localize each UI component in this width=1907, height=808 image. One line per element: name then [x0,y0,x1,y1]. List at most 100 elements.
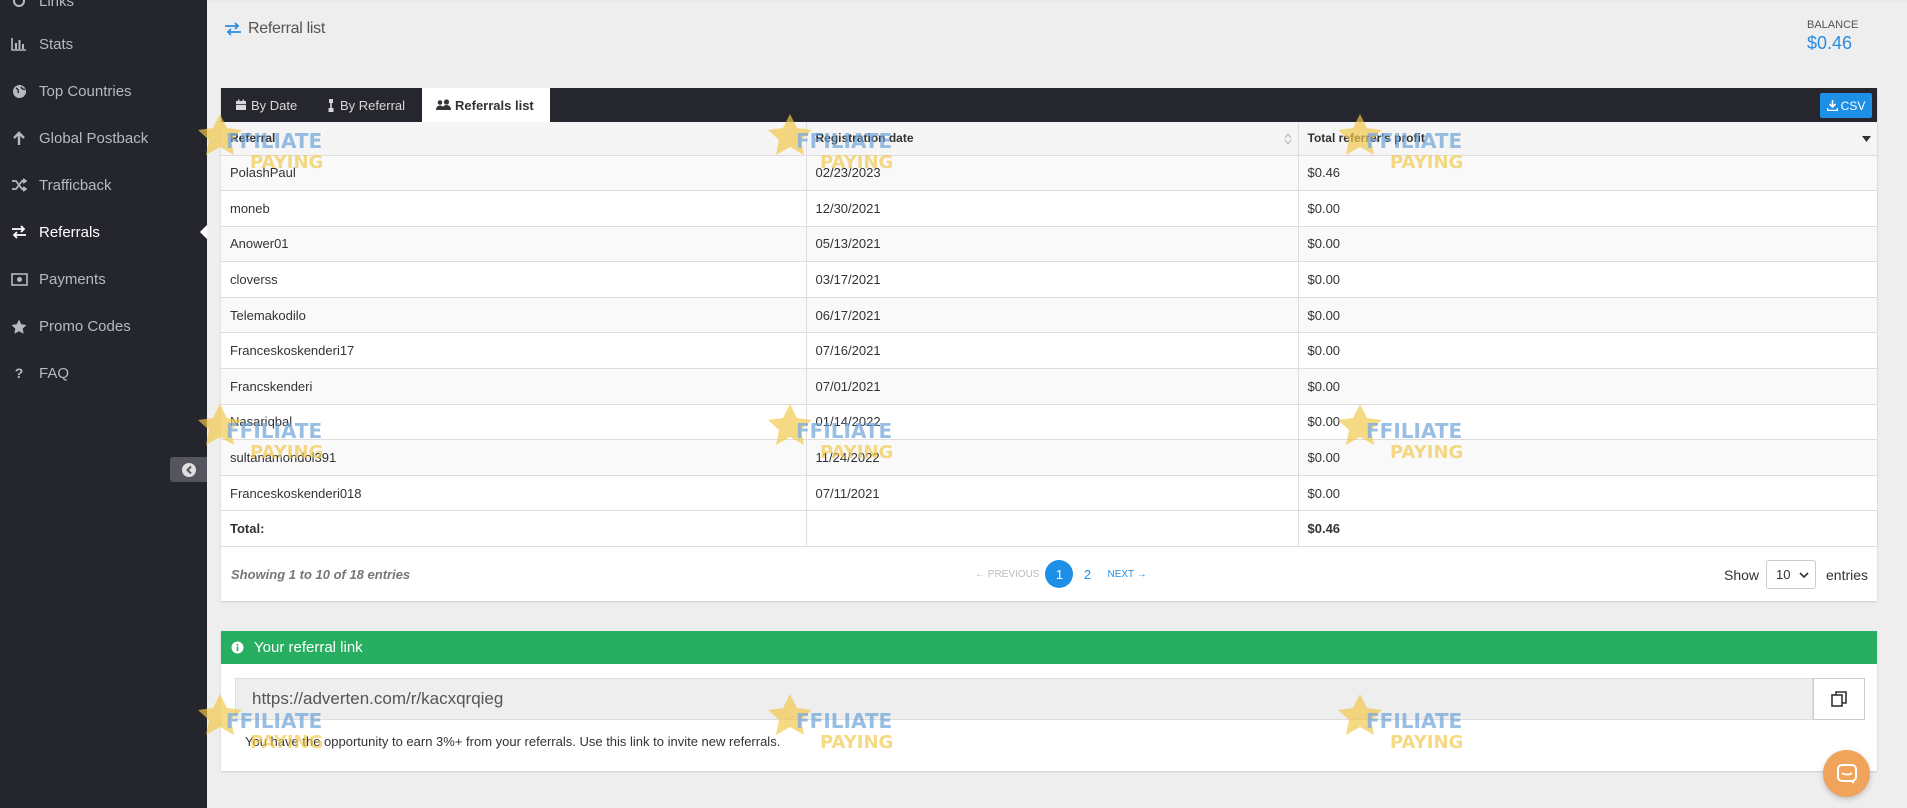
copy-icon [1831,691,1847,707]
cell-referral: sultanamondol391 [221,439,807,476]
cell-referral: Francskenderi [221,368,807,405]
sidebar-item-top-countries[interactable]: Top Countries [0,76,207,106]
page-title: Referral list [224,20,325,38]
cell-registration-date: 02/23/2023 [806,155,1299,192]
cell-registration-date: 07/11/2021 [806,475,1299,512]
column-header-referral[interactable]: Referral [221,122,807,156]
cell-profit: $0.00 [1298,368,1878,405]
referrals-panel: By Date By Referral Referrals list CSV R… [221,88,1878,601]
table-row: Francskenderi 07/01/2021 $0.00 [221,368,1878,405]
cell-profit: $0.46 [1298,155,1878,192]
balance-value: $0.46 [1807,33,1853,53]
question-icon: ? [14,365,24,381]
sidebar-item-label: Top Countries [39,82,132,100]
pagination-page-1[interactable]: 1 [1045,560,1074,588]
chat-launcher-button[interactable] [1823,750,1870,797]
cell-referral: Anower01 [221,226,807,263]
tab-label: By Date [251,97,298,113]
column-header-registration-date[interactable]: Registration date [806,122,1299,156]
link-icon [10,0,28,10]
arrow-up-icon [10,129,28,147]
page-title-text: Referral list [248,20,326,37]
referral-link-panel: Your referral link https://adverten.com/… [221,631,1877,771]
chevron-down-icon [1799,572,1809,579]
sidebar-item-global-postback[interactable]: Global Postback [0,123,207,153]
csv-export-button[interactable]: CSV [1820,93,1872,118]
sidebar-item-label: Referrals [39,223,100,241]
shuffle-icon [10,176,28,194]
column-label: Registration date [815,131,914,146]
table-header-row: Referral Registration date Total referre… [221,122,1878,156]
pagination-previous[interactable]: ← PREVIOUS [975,569,1039,580]
cell-profit: $0.00 [1298,332,1878,370]
cell-referral: Franceskoskenderi17 [221,332,807,370]
cell-profit: $0.00 [1298,404,1878,441]
referrals-table: Referral Registration date Total referre… [221,122,1878,548]
sidebar-item-trafficback[interactable]: Trafficback [0,170,207,200]
cell-registration-date: 07/01/2021 [806,368,1299,405]
referral-link-heading: Your referral link [221,631,1877,664]
table-row: PolashPaul 02/23/2023 $0.46 [221,155,1878,192]
column-label: Referral [230,131,276,146]
sidebar: Links Stats Top Countries Global Postbac… [0,0,207,808]
sidebar-item-stats[interactable]: Stats [0,29,207,59]
sidebar-item-links[interactable]: Links [0,0,207,16]
pagination-page-2[interactable]: 2 [1073,560,1101,588]
tab-label: By Referral [340,97,406,113]
sidebar-item-label: Links [39,0,75,10]
users-icon [436,99,451,110]
star-icon [10,317,28,335]
cell-registration-date: 11/24/2022 [806,439,1299,476]
sidebar-item-referrals[interactable]: Referrals [0,217,207,247]
exchange-icon [225,22,241,36]
tab-referrals-list[interactable]: Referrals list [422,88,550,122]
column-label: Total referrer's profit [1307,131,1425,146]
copy-link-button[interactable] [1813,678,1865,720]
show-label: Show [1724,567,1760,583]
sort-desc-icon [1861,136,1871,142]
cell-profit: $0.00 [1298,297,1878,334]
table-row: Franceskoskenderi17 07/16/2021 $0.00 [221,332,1878,370]
table-row: cloverss 03/17/2021 $0.00 [221,261,1878,298]
sidebar-item-label: Global Postback [39,129,149,147]
tab-by-referral[interactable]: By Referral [312,88,424,122]
cell-registration-date: 07/16/2021 [806,332,1299,370]
tab-bar: By Date By Referral Referrals list CSV [221,88,1877,122]
sidebar-item-promo-codes[interactable]: Promo Codes [0,311,207,341]
download-icon [1826,100,1838,111]
column-header-total-profit[interactable]: Total referrer's profit [1298,122,1878,156]
cell-referral: Nasariqbal [221,404,807,441]
calendar-icon [236,99,246,110]
tab-by-date[interactable]: By Date [221,88,310,122]
cell-registration-date: 06/17/2021 [806,297,1299,334]
cell-registration-date: 05/13/2021 [806,226,1299,263]
cell-referral: moneb [221,190,807,227]
table-total-row: Total: $0.46 [221,510,1878,548]
sidebar-item-label: FAQ [39,364,70,382]
table-row: sultanamondol391 11/24/2022 $0.00 [221,439,1878,476]
sidebar-item-payments[interactable]: Payments [0,264,207,294]
page-size-select[interactable]: 10 [1766,560,1816,589]
pagination-next[interactable]: NEXT → [1107,569,1146,580]
table-row: Franceskoskenderi018 07/11/2021 $0.00 [221,475,1878,512]
sidebar-item-faq[interactable]: ? FAQ [0,358,207,388]
sidebar-collapse-button[interactable] [170,457,207,482]
bar-chart-icon [10,35,28,53]
cell-profit: $0.00 [1298,190,1878,227]
cell-registration-date: 01/14/2022 [806,404,1299,441]
cell-profit: $0.00 [1298,475,1878,512]
cell-referral: PolashPaul [221,155,807,192]
balance-label: BALANCE [1807,19,1859,31]
cell-registration-date: 03/17/2021 [806,261,1299,298]
globe-icon [10,82,28,100]
top-border [207,0,1907,2]
sort-icon [1284,133,1291,145]
page-size-value: 10 [1776,567,1791,582]
arrow-left-circle-icon [181,462,196,477]
exchange-icon [10,223,28,241]
info-icon [231,641,244,654]
sidebar-item-label: Promo Codes [39,317,131,335]
sidebar-item-label: Payments [39,270,106,288]
sidebar-item-label: Trafficback [39,176,112,194]
referral-link-input[interactable]: https://adverten.com/r/kacxqrqieg [235,678,1813,720]
